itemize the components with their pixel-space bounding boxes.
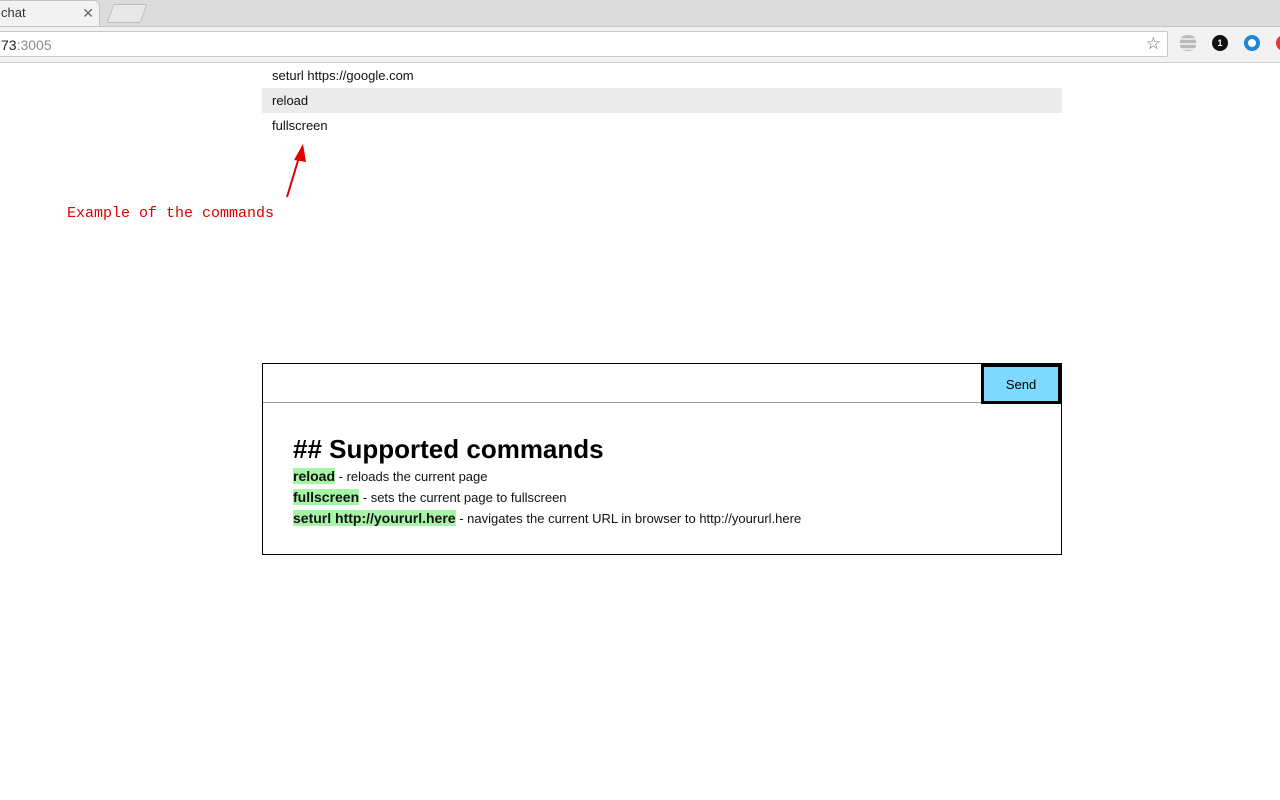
supported-commands-help: ## Supported commands reload - reloads t… (293, 432, 801, 529)
command-name: fullscreen (293, 489, 360, 505)
send-button[interactable]: Send (981, 364, 1061, 404)
url-host: 73 (1, 37, 17, 53)
red-icon[interactable] (1276, 35, 1280, 51)
command-description: - sets the current page to fullscreen (359, 490, 567, 505)
1password-icon[interactable]: 1 (1212, 35, 1228, 51)
help-line: reload - reloads the current page (293, 466, 801, 487)
help-line: seturl http://yoururl.here - navigates t… (293, 508, 801, 529)
help-line: fullscreen - sets the current page to fu… (293, 487, 801, 508)
new-tab-button[interactable] (106, 4, 148, 23)
help-title: ## Supported commands (293, 434, 604, 464)
command-item-fullscreen[interactable]: fullscreen (262, 113, 1062, 138)
annotation-label: Example of the commands (67, 205, 275, 222)
command-item-reload[interactable]: reload (262, 88, 1062, 113)
browser-toolbar: 73:3005 ☆ 1 (0, 27, 1280, 63)
annotation-arrow (286, 144, 306, 198)
tab-strip: chat ✕ (0, 0, 1280, 27)
url-port: :3005 (16, 37, 52, 53)
chat-panel: Send ## Supported commands reload - relo… (262, 363, 1062, 555)
bookmark-star-icon[interactable]: ☆ (1146, 34, 1161, 54)
command-name: reload (293, 468, 336, 484)
url-text: 73:3005 (1, 37, 52, 53)
circle-o-icon[interactable] (1244, 35, 1260, 51)
command-description: - navigates the current URL in browser t… (455, 511, 802, 526)
close-icon[interactable]: ✕ (82, 5, 94, 21)
address-bar[interactable]: 73:3005 ☆ (0, 31, 1168, 57)
command-item-seturl[interactable]: seturl https://google.com (262, 63, 1062, 88)
database-icon[interactable] (1180, 35, 1196, 51)
command-description: - reloads the current page (335, 469, 488, 484)
message-input[interactable] (263, 364, 982, 403)
command-name: seturl http://yoururl.here (293, 510, 456, 526)
tab-chat[interactable]: chat ✕ (0, 0, 100, 26)
command-list: seturl https://google.com reload fullscr… (262, 63, 1062, 138)
tab-title: chat (1, 5, 26, 20)
